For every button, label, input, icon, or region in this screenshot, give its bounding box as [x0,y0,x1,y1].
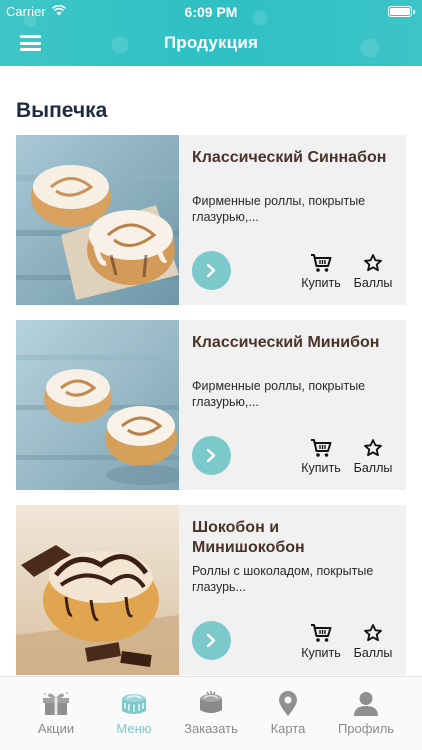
tab-promotions[interactable]: Акции [14,677,98,750]
star-icon [364,254,382,272]
points-label: Баллы [353,276,393,290]
points-label: Баллы [353,646,393,660]
page-title: Продукция [163,33,259,52]
product-card[interactable]: Классический Минибон Фирменные роллы, по… [16,320,406,490]
cart-icon [311,254,332,272]
map-pin-icon [279,691,297,716]
tab-label: Профиль [337,721,395,736]
cart-icon [311,624,332,642]
product-title: Классический Синнабон [192,149,387,166]
app-header: Carrier 6:09 PM Продукция [0,0,422,66]
open-product-button[interactable] [192,621,231,660]
cake-icon [122,694,146,714]
status-bar: Carrier 6:09 PM [0,0,422,22]
tab-map[interactable]: Карта [246,677,330,750]
product-title: Классический Минибон [192,334,380,351]
tab-label: Заказать [184,721,238,736]
gift-icon [43,692,69,715]
section-title: Выпечка [16,99,108,122]
order-icon [200,691,222,713]
open-product-button[interactable] [192,251,231,290]
buy-label: Купить [301,461,341,475]
tab-label: Акции [37,721,75,736]
product-description: Фирменные роллы, покрытые глазурью,... [192,194,366,224]
points-label: Баллы [353,461,393,475]
star-icon [364,439,382,457]
product-description: Роллы с шоколадом, покрытые глазурь... [192,564,374,594]
points-button[interactable]: Баллы [352,438,394,475]
product-card[interactable]: Шокобон и Минишокобон Роллы с шоколадом,… [16,505,406,675]
tab-order[interactable]: Заказать [169,677,253,750]
cart-icon [311,439,332,457]
open-product-button[interactable] [192,436,231,475]
star-icon [364,624,382,642]
product-image [16,135,179,305]
chevron-right-icon [206,448,216,463]
buy-label: Купить [301,276,341,290]
product-image [16,505,179,675]
tab-bar: Акции Меню Заказать Карта Профиль [0,676,422,750]
status-time: 6:09 PM [184,4,238,20]
product-image [16,320,179,490]
points-button[interactable]: Баллы [352,253,394,290]
tab-menu[interactable]: Меню [92,677,176,750]
tab-label: Меню [116,721,152,736]
product-description: Фирменные роллы, покрытые глазурью,... [192,379,366,409]
buy-button[interactable]: Купить [298,438,344,475]
chevron-right-icon [206,633,216,648]
profile-icon [354,692,378,716]
chevron-right-icon [206,263,216,278]
product-title: Шокобон и Минишокобон [192,519,305,556]
buy-label: Купить [301,646,341,660]
battery-icon [388,6,415,17]
tab-profile[interactable]: Профиль [324,677,408,750]
tab-label: Карта [270,721,306,736]
product-card[interactable]: Классический Синнабон Фирменные роллы, п… [16,135,406,305]
buy-button[interactable]: Купить [298,253,344,290]
buy-button[interactable]: Купить [298,623,344,660]
points-button[interactable]: Баллы [352,623,394,660]
